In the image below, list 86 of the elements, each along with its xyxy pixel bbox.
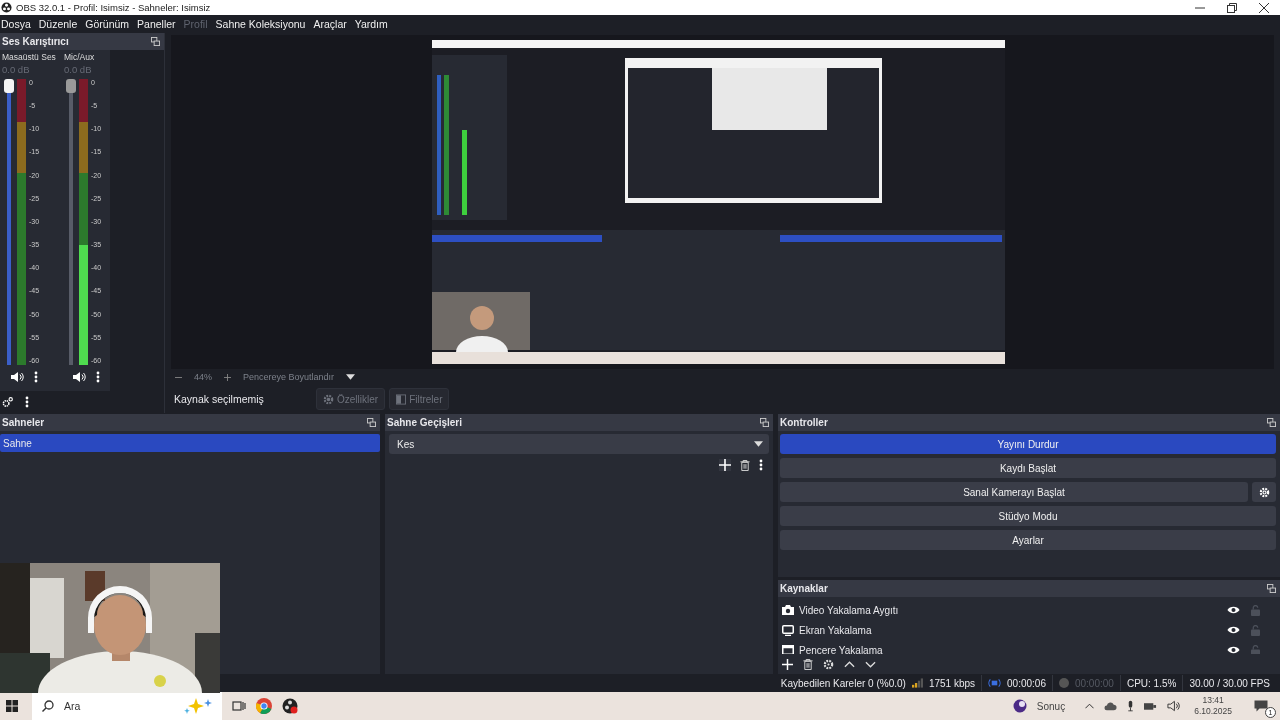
menu-item[interactable]: Araçlar bbox=[309, 15, 351, 33]
eye-icon[interactable] bbox=[1227, 605, 1240, 615]
add-icon[interactable] bbox=[782, 658, 793, 670]
eye-icon[interactable] bbox=[1227, 625, 1240, 635]
move-down-icon[interactable] bbox=[865, 660, 876, 668]
source-name[interactable]: Ekran Yakalama bbox=[799, 624, 1222, 636]
search-field[interactable]: Ara bbox=[62, 699, 176, 713]
close-icon[interactable] bbox=[1259, 2, 1269, 13]
menu-item[interactable]: Dosya bbox=[0, 15, 35, 33]
float-icon[interactable] bbox=[151, 37, 160, 46]
settings-icon[interactable] bbox=[823, 658, 834, 670]
clock-date[interactable]: 6.10.2025 bbox=[1194, 706, 1232, 717]
float-icon[interactable] bbox=[760, 418, 769, 427]
more-icon[interactable] bbox=[759, 459, 763, 471]
browser-icon[interactable] bbox=[256, 698, 272, 714]
chevron-up-icon[interactable] bbox=[1085, 703, 1095, 709]
network-icon[interactable] bbox=[1144, 701, 1158, 711]
weather-icon[interactable] bbox=[1012, 699, 1027, 713]
settings-icon[interactable] bbox=[2, 396, 13, 408]
volume-slider[interactable] bbox=[4, 79, 14, 365]
more-icon[interactable] bbox=[96, 371, 100, 383]
more-icon[interactable] bbox=[25, 396, 29, 408]
float-icon[interactable] bbox=[367, 418, 376, 427]
menu-item[interactable]: Paneller bbox=[133, 15, 180, 33]
dock-title: Sahneler bbox=[2, 417, 45, 428]
source-status: Kaynak seçilmemiş bbox=[174, 393, 265, 405]
search-icon[interactable] bbox=[42, 700, 54, 712]
move-up-icon[interactable] bbox=[844, 660, 855, 668]
task-view-icon[interactable] bbox=[232, 700, 246, 712]
dock-title: Kontroller bbox=[780, 417, 828, 428]
zoom-level: 44% bbox=[194, 372, 212, 382]
restore-icon[interactable] bbox=[1227, 2, 1237, 13]
transition-dropdown[interactable]: Kes bbox=[389, 434, 769, 454]
cloud-icon[interactable] bbox=[1104, 701, 1118, 711]
speaker-icon[interactable] bbox=[72, 371, 86, 383]
bitrate: 1751 kbps bbox=[928, 677, 976, 689]
search-bar[interactable]: Ara bbox=[32, 692, 222, 720]
source-name[interactable]: Video Yakalama Aygıtı bbox=[799, 604, 1222, 616]
dock-title: Sahne Geçişleri bbox=[387, 417, 463, 428]
dock-title: Ses Karıştırıcı bbox=[2, 36, 69, 47]
control-button[interactable]: Ayarlar bbox=[780, 530, 1276, 550]
window-title: OBS 32.0.1 - Profil: Isimsiz - Sahneler: Isimsiz bbox=[16, 2, 211, 13]
weather-label[interactable]: Sonuç bbox=[1036, 700, 1066, 712]
channel-name: Masaüstü Ses bbox=[2, 52, 56, 62]
stream-time: 00:00:06 bbox=[1007, 677, 1046, 689]
cpu-usage: CPU: 1.5% bbox=[1126, 677, 1177, 689]
caret-icon[interactable] bbox=[754, 441, 763, 447]
control-button[interactable]: Stüdyo Modu bbox=[780, 506, 1276, 526]
volume-reading: 0.0 dB bbox=[2, 64, 31, 75]
zoom-in-icon[interactable] bbox=[224, 373, 231, 381]
volume-slider[interactable] bbox=[66, 79, 76, 365]
sparkle-icon[interactable] bbox=[184, 698, 214, 714]
float-icon[interactable] bbox=[1267, 418, 1276, 427]
dock-title: Kaynaklar bbox=[780, 583, 828, 594]
speaker-icon[interactable] bbox=[1167, 700, 1181, 712]
volume-reading: 0.0 dB bbox=[64, 64, 93, 75]
eye-icon[interactable] bbox=[1227, 645, 1240, 654]
signal-icon bbox=[911, 678, 923, 688]
float-icon[interactable] bbox=[1267, 584, 1276, 593]
microphone-icon[interactable] bbox=[1127, 700, 1135, 712]
fps: 30.00 / 30.00 FPS bbox=[1189, 677, 1270, 689]
settings-button[interactable] bbox=[1252, 482, 1276, 502]
add-icon[interactable] bbox=[719, 459, 731, 471]
control-button[interactable]: Sanal Kamerayı Başlat bbox=[780, 482, 1248, 502]
channel-name: Mic/Aux bbox=[64, 52, 95, 62]
source-name[interactable]: Pencere Yakalama bbox=[799, 644, 1222, 654]
control-button[interactable]: Yayını Durdur bbox=[780, 434, 1276, 454]
trash-icon[interactable] bbox=[740, 459, 750, 471]
monitor-icon bbox=[782, 624, 794, 636]
control-button[interactable]: Kaydı Başlat bbox=[780, 458, 1276, 478]
menu-item[interactable]: Yardım bbox=[350, 15, 392, 33]
menu-item[interactable]: Düzenle bbox=[34, 15, 82, 33]
speaker-icon[interactable] bbox=[10, 371, 24, 383]
start-icon[interactable] bbox=[6, 700, 18, 712]
menu-item[interactable]: Sahne Koleksiyonu bbox=[211, 15, 310, 33]
record-app-icon[interactable] bbox=[282, 698, 298, 714]
window-icon bbox=[782, 645, 794, 654]
dropped-frames: Kaybedilen Kareler 0 (%0.0) bbox=[780, 677, 906, 689]
camera-icon bbox=[782, 605, 794, 615]
menu-item[interactable]: Görünüm bbox=[81, 15, 134, 33]
caret-icon[interactable] bbox=[346, 374, 356, 380]
fit-dropdown[interactable]: Pencereye Boyutlandır bbox=[243, 372, 335, 382]
clock-time[interactable]: 13:41 bbox=[1202, 695, 1224, 706]
more-icon[interactable] bbox=[34, 371, 38, 383]
trash-icon[interactable] bbox=[803, 658, 813, 670]
scene-item[interactable]: Sahne bbox=[0, 434, 380, 452]
